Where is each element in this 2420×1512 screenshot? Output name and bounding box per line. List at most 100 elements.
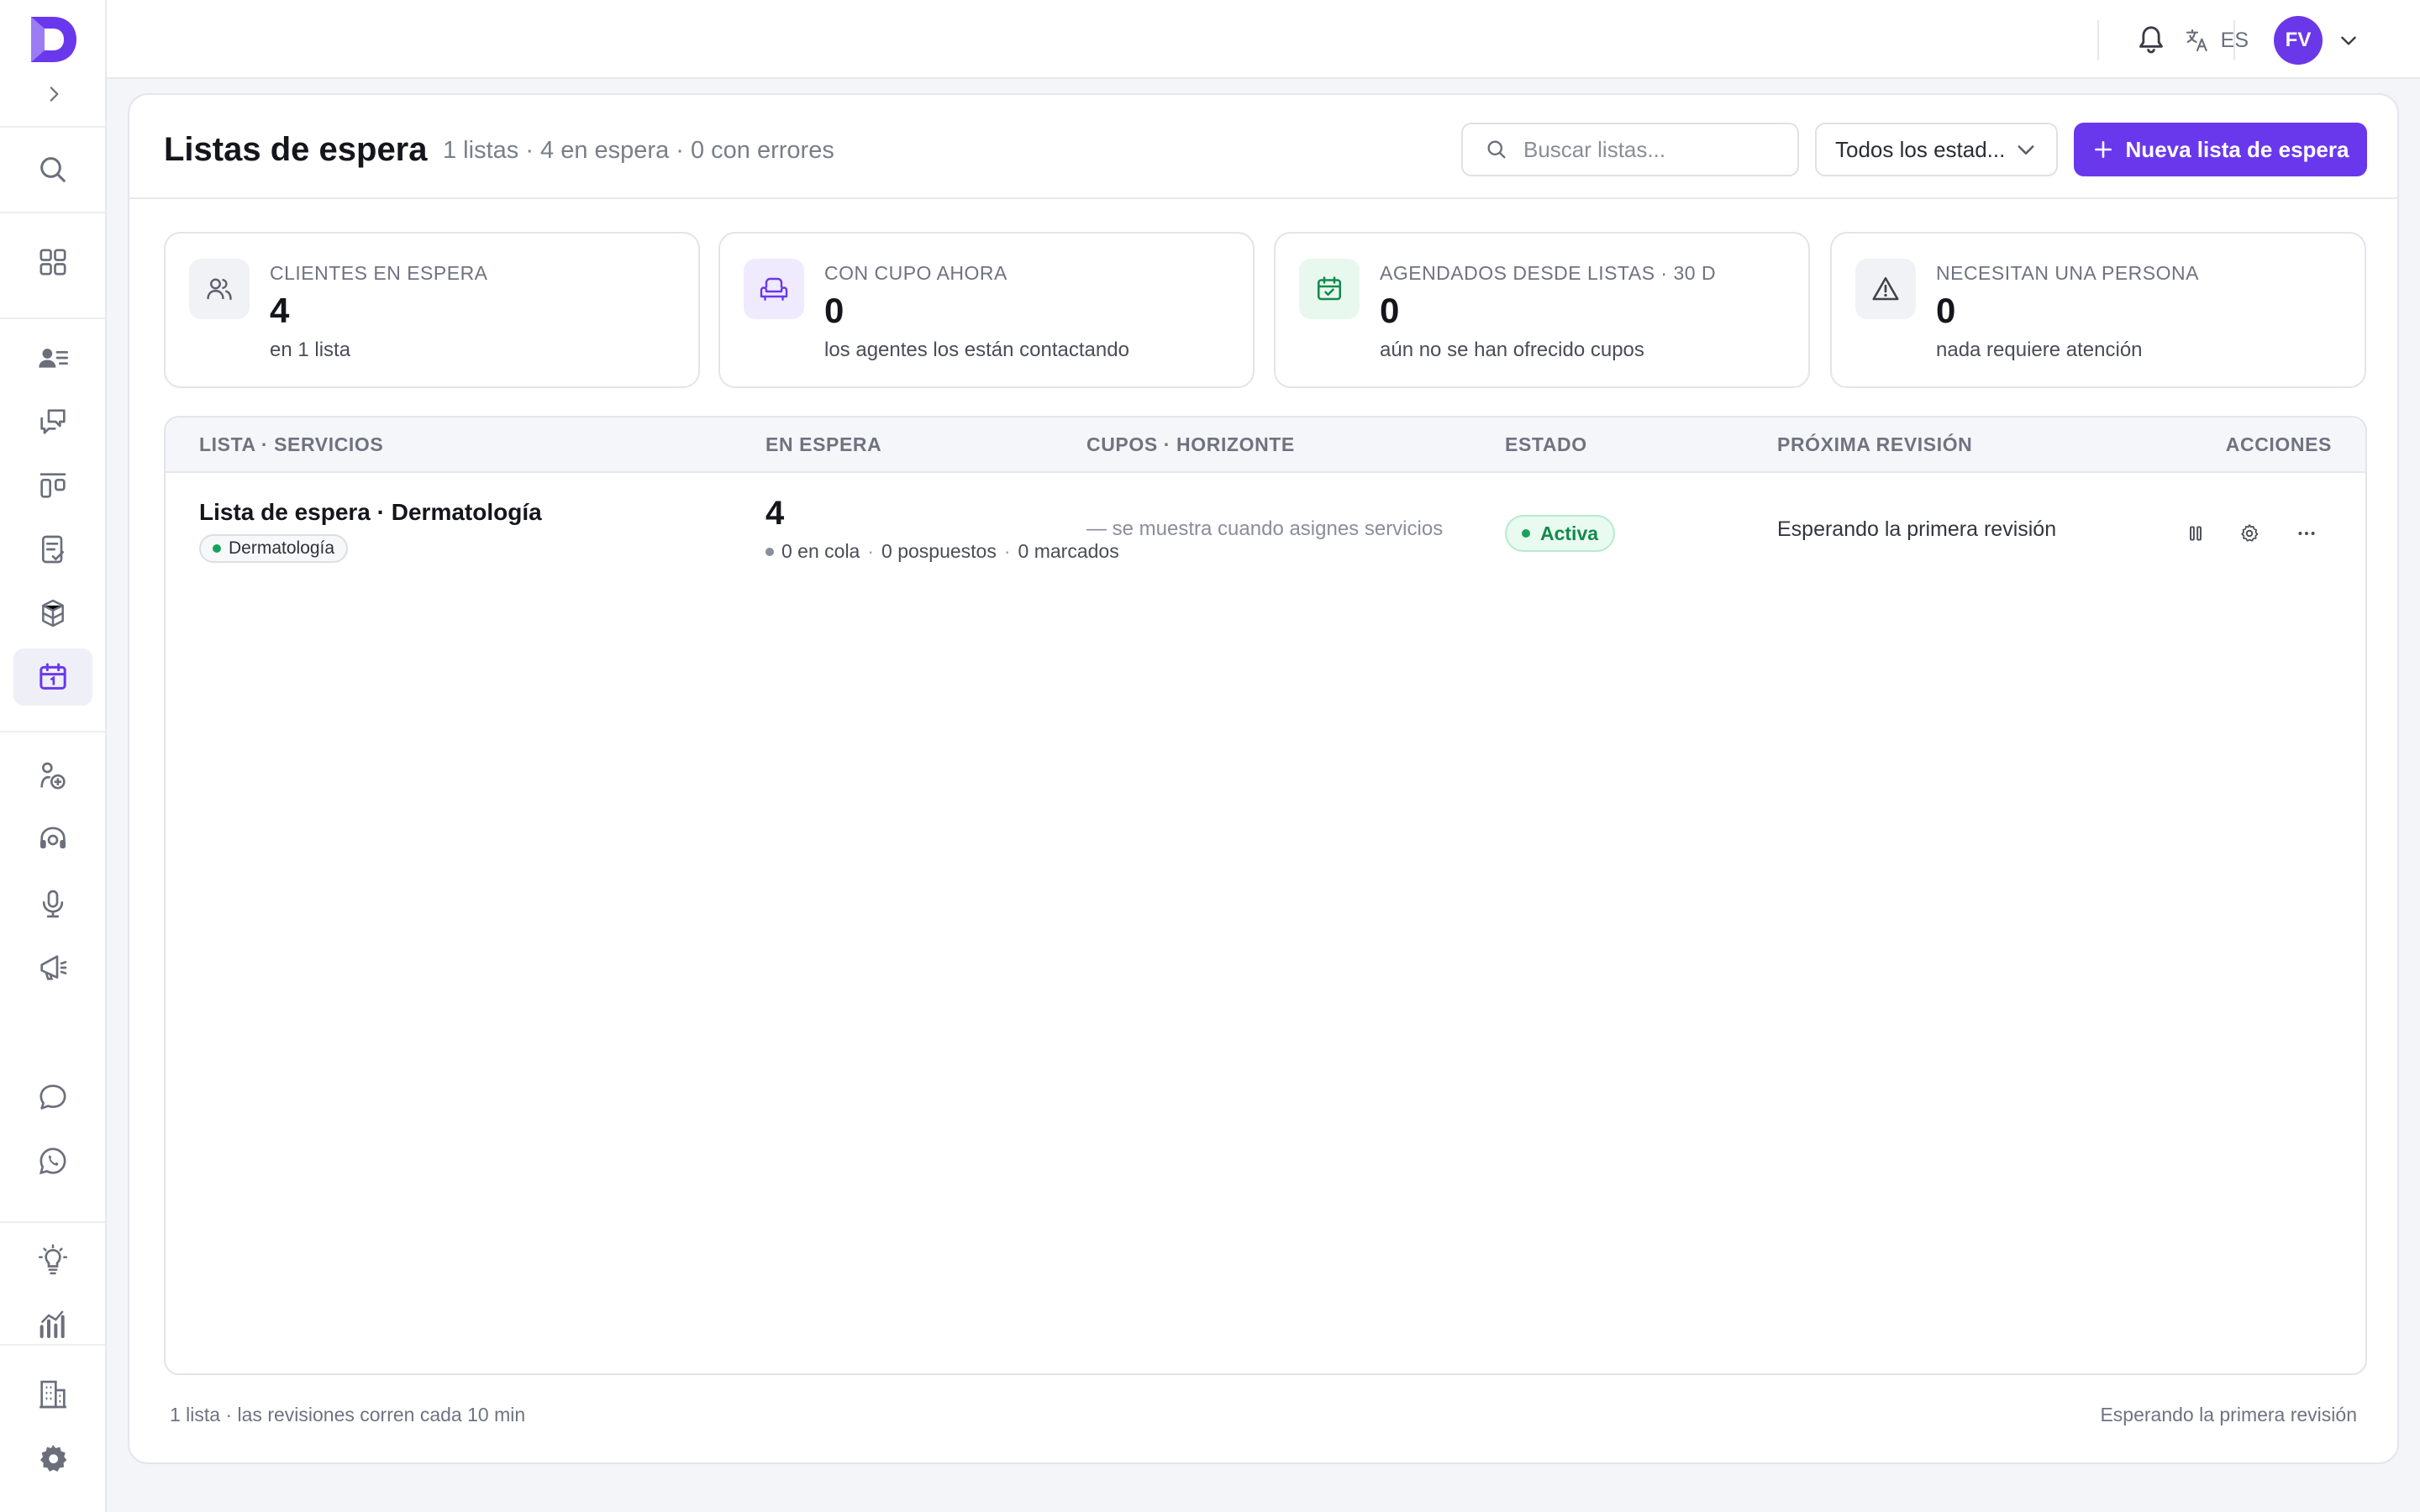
search-icon [40,157,66,182]
next-review: Esperando la primera revisión [1777,517,2057,541]
sidebar-divider [0,126,105,128]
sidebar-divider [0,1221,105,1223]
waitlist-name[interactable]: Lista de espera · Dermatología [199,499,542,526]
search-box[interactable] [1461,123,1799,176]
search-input[interactable] [1523,136,1776,163]
pause-icon [2190,526,2202,541]
stat-icon-box [744,259,804,319]
separator: · [867,540,875,562]
stat-label: CLIENTES EN ESPERA [270,262,488,284]
waiting-count: 4 [765,495,785,532]
footer-summary: 1 lista · las revisiones corren cada 10 … [170,1404,526,1425]
pause-button[interactable] [2179,517,2212,550]
waitlists-panel: Listas de espera 1 listas · 4 en espera … [128,93,2399,1464]
sidebar-divider [0,212,105,213]
sidebar-item-insights[interactable] [13,1231,92,1289]
waiting-breakdown: 0 en cola · 0 pospuestos · 0 marcados [765,540,1119,563]
column-header[interactable]: PRÓXIMA REVISIÓN [1777,433,1972,456]
chevron-down-icon [2018,145,2034,155]
stat-icon-box [189,259,250,319]
armchair-icon [760,277,788,301]
postponed-count: 0 pospuestos [881,540,997,562]
stat-value: 0 [1936,291,1956,330]
sidebar-item-chat[interactable] [13,1068,92,1126]
column-header: ACCIONES [2225,433,2332,455]
sidebar-item-dashboard[interactable] [13,234,92,291]
chevron-right-icon [50,87,59,102]
bell-icon [2139,26,2163,54]
stat-card-need-person: NECESITAN UNA PERSONA 0 nada requiere at… [1830,232,2366,388]
queue-dot [765,547,774,556]
grid-icon [39,249,66,276]
stat-note: aún no se han ofrecido cupos [1380,339,1644,361]
sidebar-divider [0,731,105,732]
calendar-check-icon [1317,276,1342,301]
stat-note: nada requiere atención [1936,339,2143,361]
app-logo[interactable] [28,13,80,66]
column-header[interactable]: LISTA · SERVICIOS [199,433,383,456]
sidebar-item-organization[interactable] [13,1366,92,1423]
sidebar-item-contacts[interactable] [13,329,92,386]
column-header[interactable]: CUPOS · HORIZONTE [1086,433,1295,456]
chat-bubbles-icon [40,409,66,434]
settings-button[interactable] [2233,517,2266,550]
more-options-button[interactable] [2290,517,2323,550]
stat-value: 0 [1380,291,1400,330]
sidebar-item-support[interactable] [13,811,92,869]
lightbulb-icon [38,1244,68,1275]
translate-icon [2186,29,2207,52]
sidebar-item-services[interactable] [13,748,92,805]
separator: · [1003,540,1011,562]
user-menu[interactable]: FV [2274,16,2360,65]
sidebar-item-tasks[interactable] [13,521,92,578]
sidebar-item-campaigns[interactable] [13,939,92,996]
whatsapp-icon [39,1147,66,1175]
sidebar-item-pipeline[interactable] [13,457,92,514]
warning-icon [1872,276,1899,301]
top-bar: ES FV [107,0,2420,79]
status-filter-value: Todos los estad... [1835,136,2006,162]
chevron-down-icon [2341,36,2356,45]
boxes-icon [42,599,64,627]
gear-icon [2241,524,2259,542]
stat-label: NECESITAN UNA PERSONA [1936,262,2199,284]
building-icon [39,1380,66,1409]
sidebar-item-search[interactable] [13,141,92,198]
topbar-divider [2233,20,2235,60]
stat-note: en 1 lista [270,339,351,361]
analytics-icon [39,1310,65,1338]
marked-count: 0 marcados [1018,540,1119,562]
stat-icon-box [1855,259,1916,319]
contacts-icon [39,349,68,368]
slots-horizon: — se muestra cuando asignes servicios [1086,517,1444,540]
footer-status: Esperando la primera revisión [2100,1404,2357,1425]
queue-count: 0 en cola [781,540,860,562]
notifications-button[interactable] [2134,23,2168,56]
stat-label: CON CUPO AHORA [824,262,1007,284]
sidebar-item-calendar[interactable] [13,648,92,706]
checklist-icon [42,535,64,564]
sidebar-item-conversations[interactable] [13,393,92,450]
kanban-icon [40,473,66,498]
status-badge: Activa [1505,515,1616,552]
column-header[interactable]: EN ESPERA [765,433,881,456]
sidebar-item-voice[interactable] [13,875,92,932]
expand-sidebar-button[interactable] [40,81,67,108]
avatar: FV [2274,16,2323,65]
panel-header: Listas de espera 1 listas · 4 en espera … [129,95,2397,199]
stat-card-booked-from-lists: AGENDADOS DESDE LISTAS · 30 D 0 aún no s… [1274,232,1810,388]
status-label: Activa [1540,522,1599,544]
column-header[interactable]: ESTADO [1505,433,1587,456]
sidebar-item-inventory[interactable] [13,585,92,642]
language-selector[interactable]: ES [2184,24,2249,57]
new-waitlist-button[interactable]: Nueva lista de espera [2074,123,2367,176]
stat-note: los agentes los están contactando [824,339,1129,361]
sidebar-item-whatsapp[interactable] [13,1132,92,1189]
status-filter-select[interactable]: Todos los estad... [1815,123,2058,176]
status-dot [1522,529,1530,538]
calendar-icon [39,663,66,690]
sidebar-item-settings[interactable] [13,1430,92,1487]
sidebar [0,0,107,1512]
stat-value: 4 [270,291,290,330]
page-title: Listas de espera [164,131,428,168]
